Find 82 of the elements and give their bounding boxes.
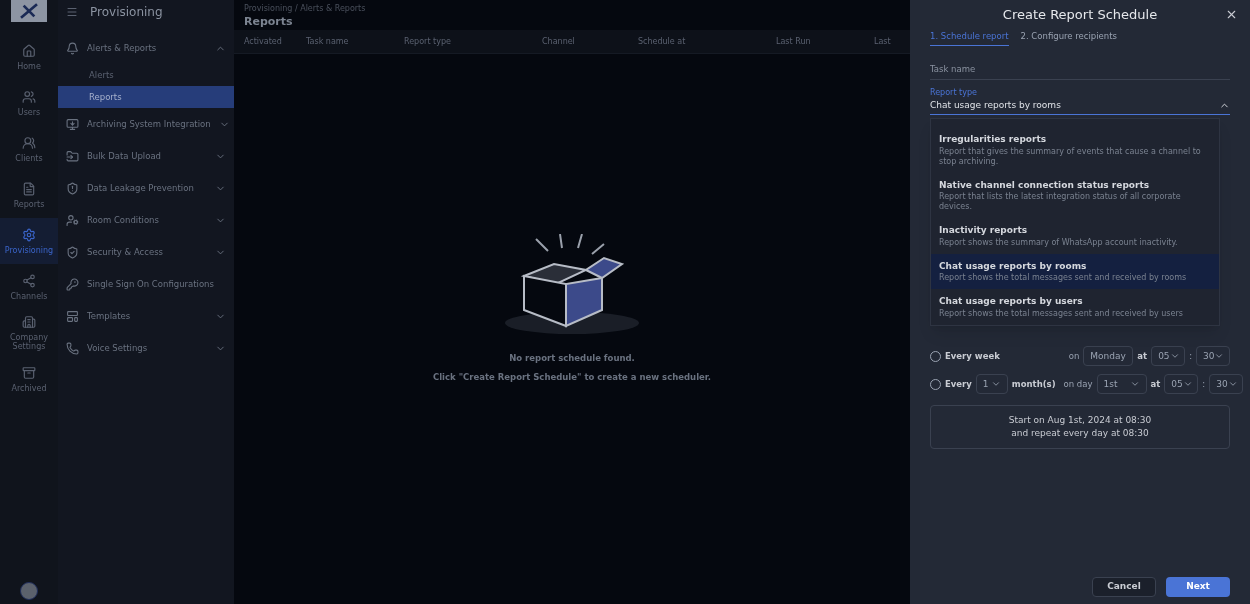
people-icon (66, 213, 79, 227)
sidebar-group[interactable]: Bulk Data Upload (58, 140, 234, 172)
dropdown-option[interactable]: Inactivity reports Report shows the summary of WhatsApp account inactivity. (931, 218, 1219, 254)
rail-item[interactable]: Channels (0, 264, 58, 310)
column-header: Channel (542, 35, 576, 48)
sidebar-group[interactable]: Alerts & Reports (58, 32, 234, 64)
settings-icon (22, 227, 36, 242)
sidebar-group[interactable]: Single Sign On Configurations (58, 268, 234, 300)
folder-icon (66, 149, 79, 163)
day-field[interactable]: Monday (1083, 346, 1134, 367)
sidebar-title: Provisioning (90, 4, 163, 21)
sidebar-item[interactable]: Alerts (58, 64, 234, 86)
home-icon (22, 43, 36, 58)
rail-item[interactable]: Reports (0, 172, 58, 218)
dropdown-option[interactable]: Native channel connection status reports Report that lists the latest integration status of all corporate devices. (931, 172, 1219, 219)
bell-icon (66, 41, 79, 55)
minute-select[interactable]: 30 (1209, 374, 1244, 395)
sidebar-group[interactable]: Archiving System Integration (58, 108, 234, 140)
shield-check-icon (66, 245, 79, 259)
minute-select[interactable]: 30 (1196, 346, 1230, 367)
dropdown-option[interactable]: Chat usage reports by users Report shows the total messages sent and received by users (931, 289, 1219, 325)
rail-item[interactable]: Users (0, 80, 58, 126)
next-button[interactable]: Next (1166, 577, 1230, 597)
column-header: Activated (243, 35, 283, 48)
key-icon (66, 277, 79, 291)
sidebar-group[interactable]: Data Leakage Prevention (58, 172, 234, 204)
close-icon[interactable] (1225, 8, 1238, 21)
rail-item[interactable]: Home (0, 34, 58, 80)
menu-icon[interactable] (66, 6, 78, 18)
on-label: on (1068, 349, 1080, 363)
rail-item[interactable]: Company Settings (0, 310, 58, 356)
radio-label: Every (945, 377, 972, 391)
archive-icon (22, 365, 36, 380)
group-icon (22, 135, 36, 150)
cancel-button[interactable]: Cancel (1092, 577, 1156, 597)
dropdown-option[interactable]: Chat usage reports by rooms Report shows the total messages sent and received by rooms (931, 253, 1219, 290)
column-header: Last (874, 35, 892, 48)
shield-icon (66, 181, 79, 195)
empty-message: No report schedule found. (509, 352, 635, 365)
sidebar-group[interactable]: Voice Settings (58, 332, 234, 364)
report-type-select[interactable]: Report type Chat usage reports by rooms (930, 86, 1230, 116)
rail-item[interactable]: Archived (0, 356, 58, 402)
breadcrumb: Provisioning / Alerts & Reports (244, 4, 367, 14)
sidebar-item[interactable]: Reports (58, 86, 234, 108)
time-separator: : (1202, 377, 1206, 391)
sidebar-group[interactable]: Templates (58, 300, 234, 332)
hour-select[interactable]: 05 (1164, 374, 1199, 395)
radio-label: Every week (945, 349, 1000, 363)
phone-icon (66, 341, 79, 355)
rail-item[interactable]: Clients (0, 126, 58, 172)
template-icon (66, 309, 79, 323)
step-tab[interactable]: 1. Schedule report (930, 30, 1009, 46)
day-select[interactable]: 1st (1096, 374, 1147, 395)
step-tab[interactable]: 2. Configure recipients (1020, 30, 1117, 46)
on-label: on day (1063, 377, 1093, 391)
sidebar-group[interactable]: Security & Access (58, 236, 234, 268)
hour-select[interactable]: 05 (1151, 346, 1186, 367)
rail-item[interactable]: Provisioning (0, 218, 58, 264)
column-header: Schedule at (638, 35, 687, 48)
building-icon (22, 315, 36, 329)
network-icon (22, 273, 36, 288)
dropdown-option[interactable]: Irregularities reports Report that gives the summary of events that cause a channel to stop archiving. (931, 127, 1219, 173)
at-label: at (1150, 377, 1161, 391)
column-header: Task name (306, 35, 350, 48)
summary-text: Start on Aug 1st, 2024 at 08:30 (1008, 414, 1152, 428)
summary-text: and repeat every day at 08:30 (1011, 427, 1149, 441)
avatar-icon[interactable] (20, 582, 38, 600)
time-separator: : (1189, 349, 1192, 363)
drawer-title: Create Report Schedule (1002, 6, 1158, 25)
column-header: Report type (404, 35, 452, 48)
count-select[interactable]: 1 (975, 374, 1008, 395)
users-icon (22, 89, 36, 104)
empty-hint: Click "Create Report Schedule" to create a new scheduler. (432, 371, 712, 384)
monitor-icon (66, 117, 79, 131)
at-label: at (1137, 349, 1148, 363)
column-header: Last Run (776, 35, 812, 48)
unit-label: month(s) (1011, 377, 1056, 391)
logo-icon (11, 0, 47, 22)
document-icon (22, 181, 36, 196)
sidebar-group[interactable]: Room Conditions (58, 204, 234, 236)
page-title: Reports (244, 14, 294, 30)
task-name-field[interactable]: Task name (930, 59, 1230, 80)
